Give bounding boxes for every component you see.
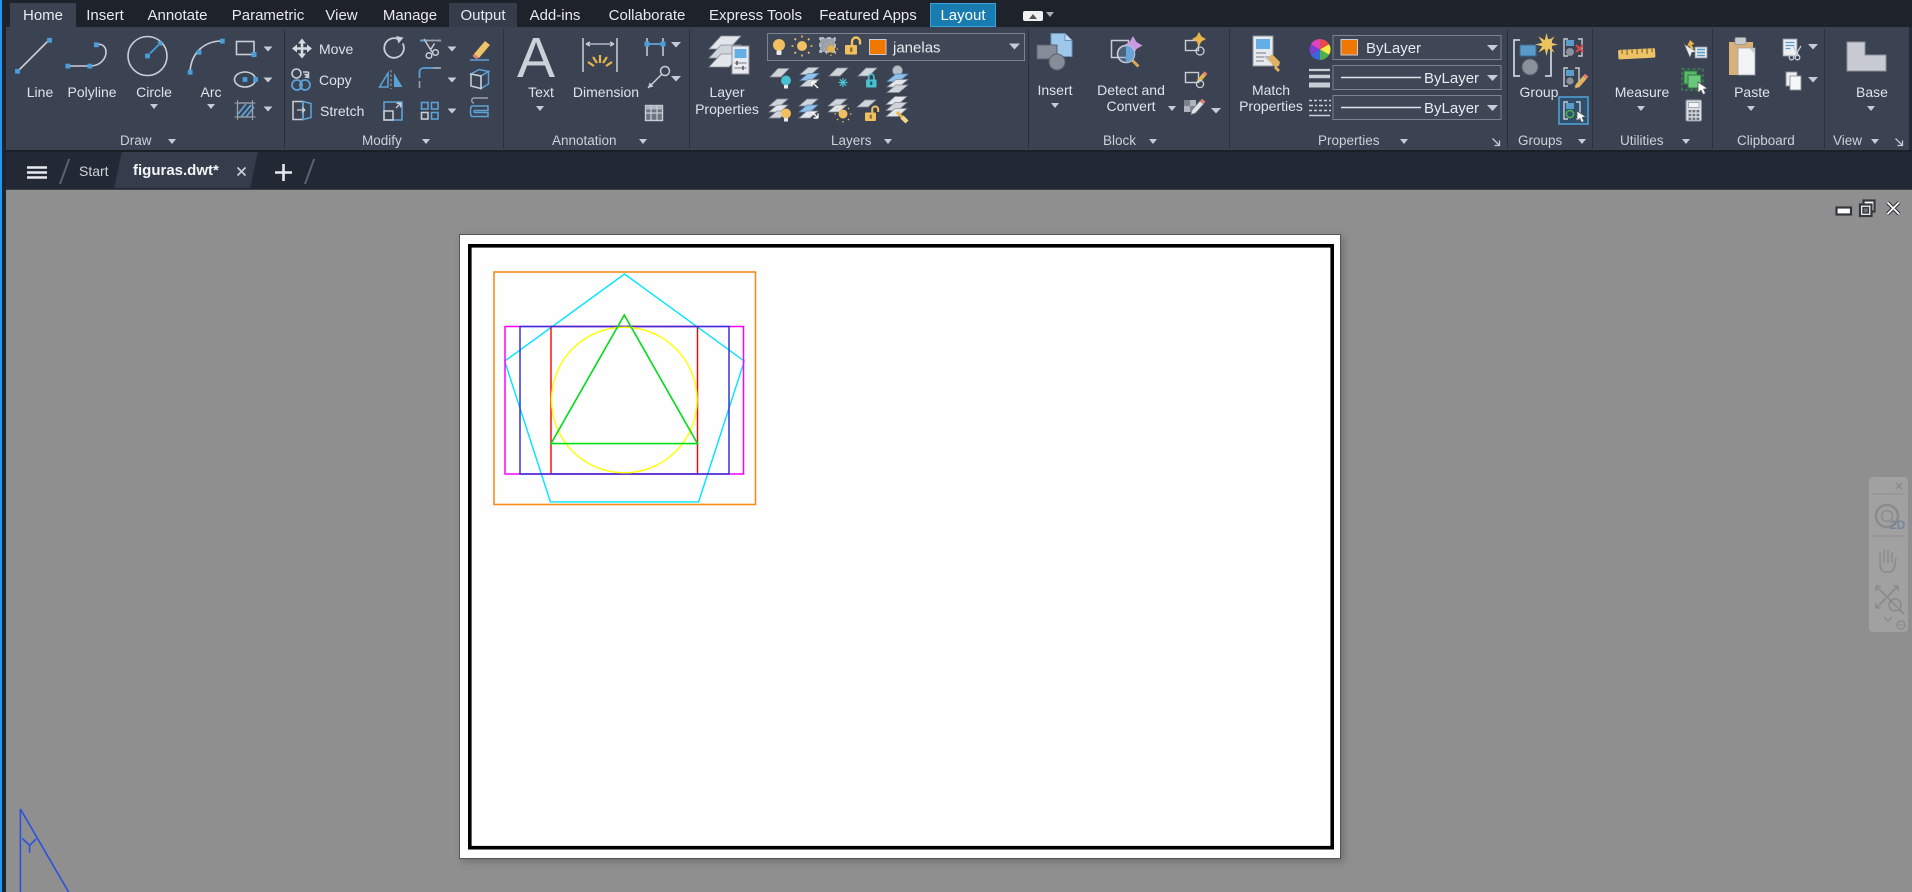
svg-text:2D: 2D bbox=[1890, 518, 1906, 532]
